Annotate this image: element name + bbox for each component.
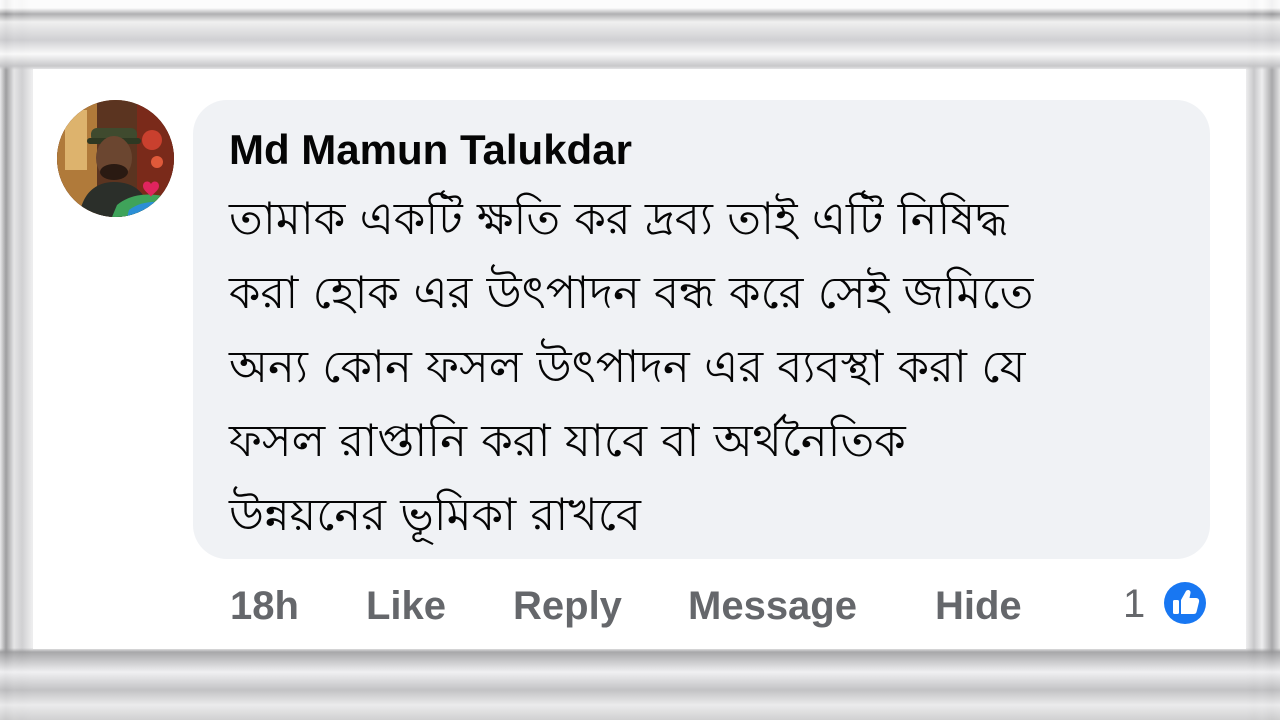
reply-button[interactable]: Reply (513, 581, 622, 631)
reaction-count: 1 (1123, 582, 1146, 626)
reaction-summary[interactable]: 1 (1123, 579, 1213, 629)
comment-text-line: তামাক একটি ক্ষতি কর দ্রব্য তাই এটি নিষিদ… (229, 192, 1009, 245)
comment-text-line: অন্য কোন ফসল উৎপাদন এর ব্যবস্থা করা যে (229, 340, 1026, 393)
message-button[interactable]: Message (688, 581, 857, 631)
hide-button[interactable]: Hide (935, 581, 1022, 631)
comment-card: Md Mamun Talukdar তামাক একটি ক্ষতি কর দ্… (33, 69, 1246, 649)
comment-text-line: করা হোক এর উৎপাদন বন্ধ করে সেই জমিতে (229, 266, 1034, 319)
comment-bubble: Md Mamun Talukdar তামাক একটি ক্ষতি কর দ্… (193, 100, 1210, 559)
comment-text: তামাক একটি ক্ষতি কর দ্রব্য তাই এটি নিষিদ… (229, 182, 1189, 552)
comment-text-line: উন্নয়নের ভূমিকা রাখবে (229, 488, 641, 541)
like-button[interactable]: Like (366, 581, 446, 631)
avatar[interactable] (57, 100, 174, 217)
comment-author[interactable]: Md Mamun Talukdar (229, 126, 632, 174)
profile-photo-image (57, 100, 174, 217)
like-thumbs-up-icon (1162, 580, 1208, 626)
comment-text-line: ফসল রাপ্তানি করা যাবে বা অর্থনৈতিক (229, 414, 906, 467)
comment-timestamp[interactable]: 18h (230, 581, 299, 631)
